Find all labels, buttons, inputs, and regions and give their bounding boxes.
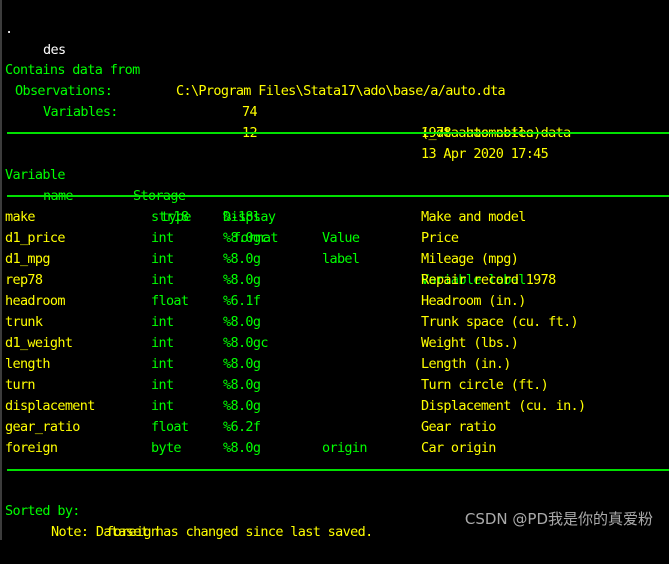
display-format: %8.0gc (223, 335, 269, 351)
storage-type: int (151, 272, 174, 288)
column-header-row-1: Variable Storage Display Value (5, 144, 360, 246)
storage-type: str18 (151, 209, 189, 225)
variable-name: turn (5, 377, 36, 393)
variable-label: Trunk space (cu. ft.) (421, 314, 579, 330)
variables-label: Variables: (43, 104, 118, 120)
display-format: %8.0g (223, 314, 261, 330)
observations-line: Observations: 74 1978 automobile data (5, 60, 571, 141)
variable-label: Weight (lbs.) (421, 335, 519, 351)
storage-type: int (151, 251, 174, 267)
variables-line: Variables: 12 13 Apr 2020 17:45 (5, 81, 549, 162)
variable-label: Repair record 1978 (421, 272, 556, 288)
storage-type: int (151, 314, 174, 330)
stata-results-window: . des Contains data from C:\Program File… (0, 0, 669, 540)
separator-bottom (7, 469, 669, 471)
col-value-top: Value (322, 230, 360, 246)
variable-name: gear_ratio (5, 419, 80, 435)
storage-type: int (151, 335, 174, 351)
command-prompt: . (5, 21, 13, 37)
variable-label: Car origin (421, 440, 496, 456)
variable-name: d1_weight (5, 335, 73, 351)
col-value-bottom: label (322, 251, 360, 267)
display-format: %6.2f (223, 419, 261, 435)
display-format: %8.0g (223, 356, 261, 372)
contains-line: Contains data from C:\Program Files\Stat… (5, 39, 506, 99)
storage-type: int (151, 356, 174, 372)
separator-header (7, 195, 669, 197)
storage-type: int (151, 377, 174, 393)
display-format: %6.1f (223, 293, 261, 309)
variable-label: Length (in.) (421, 356, 511, 372)
separator-top (7, 132, 669, 134)
variable-name: headroom (5, 293, 65, 309)
display-format: %8.0g (223, 251, 261, 267)
display-format: %8.0g (223, 440, 261, 456)
storage-type: int (151, 398, 174, 414)
column-header-row-2: name type format label Variable label (5, 165, 526, 288)
variable-name: d1_price (5, 230, 65, 246)
watermark: CSDN @PD我是你的真爱粉 (464, 510, 653, 528)
variable-name: d1_mpg (5, 251, 51, 267)
variable-name: length (5, 356, 51, 372)
notes-line: (_dta has notes) (5, 102, 541, 141)
variable-name: trunk (5, 314, 43, 330)
note-line: Note: Dataset has changed since last sav… (5, 501, 373, 540)
sorted-line: Sorted by: foreign (5, 480, 159, 540)
command-text: des (43, 42, 66, 58)
display-format: %8.0g (223, 272, 261, 288)
display-format: %8.0g (223, 377, 261, 393)
variable-label: Displacement (cu. in.) (421, 398, 586, 414)
display-format: %8.0g (223, 398, 261, 414)
variable-label: Headroom (in.) (421, 293, 526, 309)
variable-label: Gear ratio (421, 419, 496, 435)
storage-type: byte (151, 440, 182, 456)
variable-label: Make and model (421, 209, 526, 225)
variable-label: Turn circle (ft.) (421, 377, 549, 393)
variable-label: Mileage (mpg) (421, 251, 519, 267)
variable-name: foreign (5, 440, 58, 456)
file-path: C:\Program Files\Stata17\ado\base/a/auto… (176, 83, 506, 99)
variable-name: rep78 (5, 272, 43, 288)
variable-name: displacement (5, 398, 95, 414)
command-line: . des (5, 0, 66, 58)
dataset-timestamp: 13 Apr 2020 17:45 (421, 146, 549, 162)
variable-name: make (5, 209, 36, 225)
value-label: origin (322, 440, 368, 456)
variable-label: Price (421, 230, 459, 246)
display-format: %8.0gc (223, 230, 269, 246)
storage-type: float (151, 293, 189, 309)
storage-type: float (151, 419, 189, 435)
observations-value: 74 (242, 104, 258, 120)
storage-type: int (151, 230, 174, 246)
display-format: %-18s (223, 209, 261, 225)
